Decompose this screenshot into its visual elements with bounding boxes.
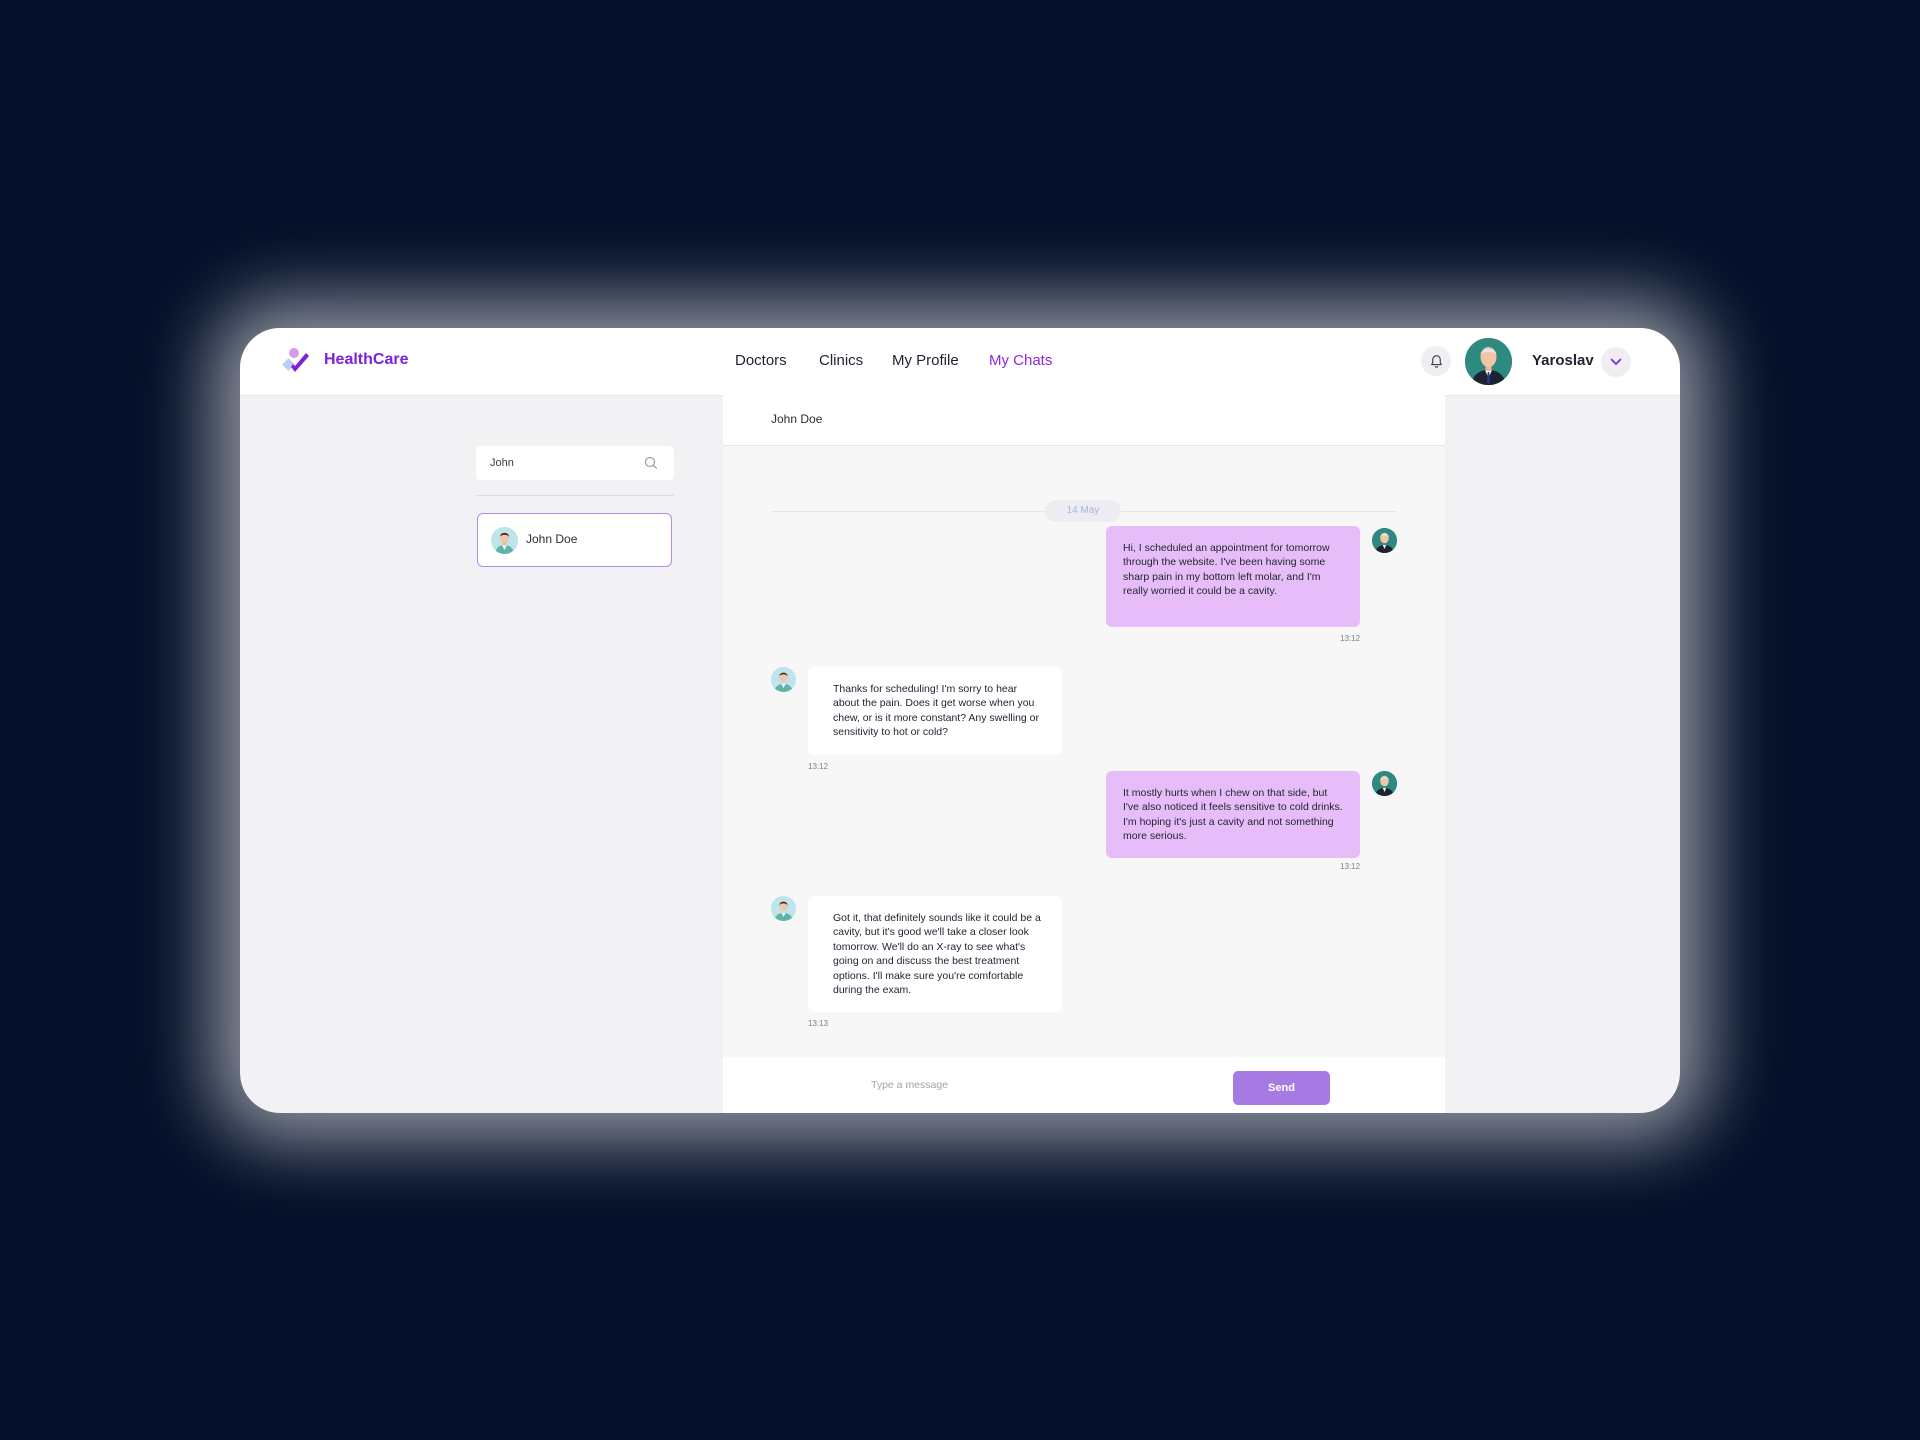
contact-item-john-doe[interactable]: John Doe [477, 513, 672, 567]
message-composer: Send [723, 1057, 1445, 1113]
message-incoming: Thanks for scheduling! I'm sorry to hear… [808, 667, 1062, 755]
brand-name: HealthCare [324, 351, 409, 368]
message-time: 13:12 [1340, 634, 1361, 643]
nav-my-chats[interactable]: My Chats [989, 352, 1052, 369]
search-input[interactable] [490, 454, 640, 472]
nav-my-profile[interactable]: My Profile [892, 352, 959, 369]
bell-icon [1430, 354, 1442, 368]
doctor-avatar-small [771, 896, 796, 921]
message-incoming: Got it, that definitely sounds like it c… [808, 896, 1062, 1012]
message-input[interactable] [871, 1077, 1121, 1093]
username: Yaroslav [1532, 352, 1594, 369]
contact-search [476, 446, 674, 480]
contact-avatar [491, 527, 518, 554]
user-avatar[interactable] [1465, 338, 1512, 385]
doctor-avatar-small [771, 667, 796, 692]
message-outgoing: It mostly hurts when I chew on that side… [1106, 771, 1360, 858]
nav-clinics[interactable]: Clinics [819, 352, 863, 369]
top-navbar: HealthCare Doctors Clinics My Profile My… [240, 328, 1680, 396]
user-menu-button[interactable] [1601, 347, 1631, 377]
chat-panel: John Doe 14 May Hi, I scheduled an appoi… [723, 395, 1445, 1113]
chevron-down-icon [1610, 358, 1622, 365]
app-window: HealthCare Doctors Clinics My Profile My… [240, 328, 1680, 1113]
search-icon[interactable] [644, 456, 658, 470]
user-avatar-small [1372, 528, 1397, 553]
date-label: 14 May [1045, 500, 1121, 522]
contact-name: John Doe [526, 532, 578, 546]
healthcare-logo-icon [282, 348, 309, 372]
message-time: 13:12 [808, 762, 829, 771]
chat-header: John Doe [723, 395, 1445, 446]
sidebar-divider [476, 495, 674, 496]
message-outgoing: Hi, I scheduled an appointment for tomor… [1106, 526, 1360, 627]
message-time: 13:13 [808, 1019, 829, 1028]
user-avatar-small [1372, 771, 1397, 796]
nav-doctors[interactable]: Doctors [735, 352, 787, 369]
send-button[interactable]: Send [1233, 1071, 1330, 1105]
chat-title: John Doe [771, 412, 823, 426]
notifications-button[interactable] [1421, 346, 1451, 376]
message-time: 13:12 [1340, 862, 1361, 871]
